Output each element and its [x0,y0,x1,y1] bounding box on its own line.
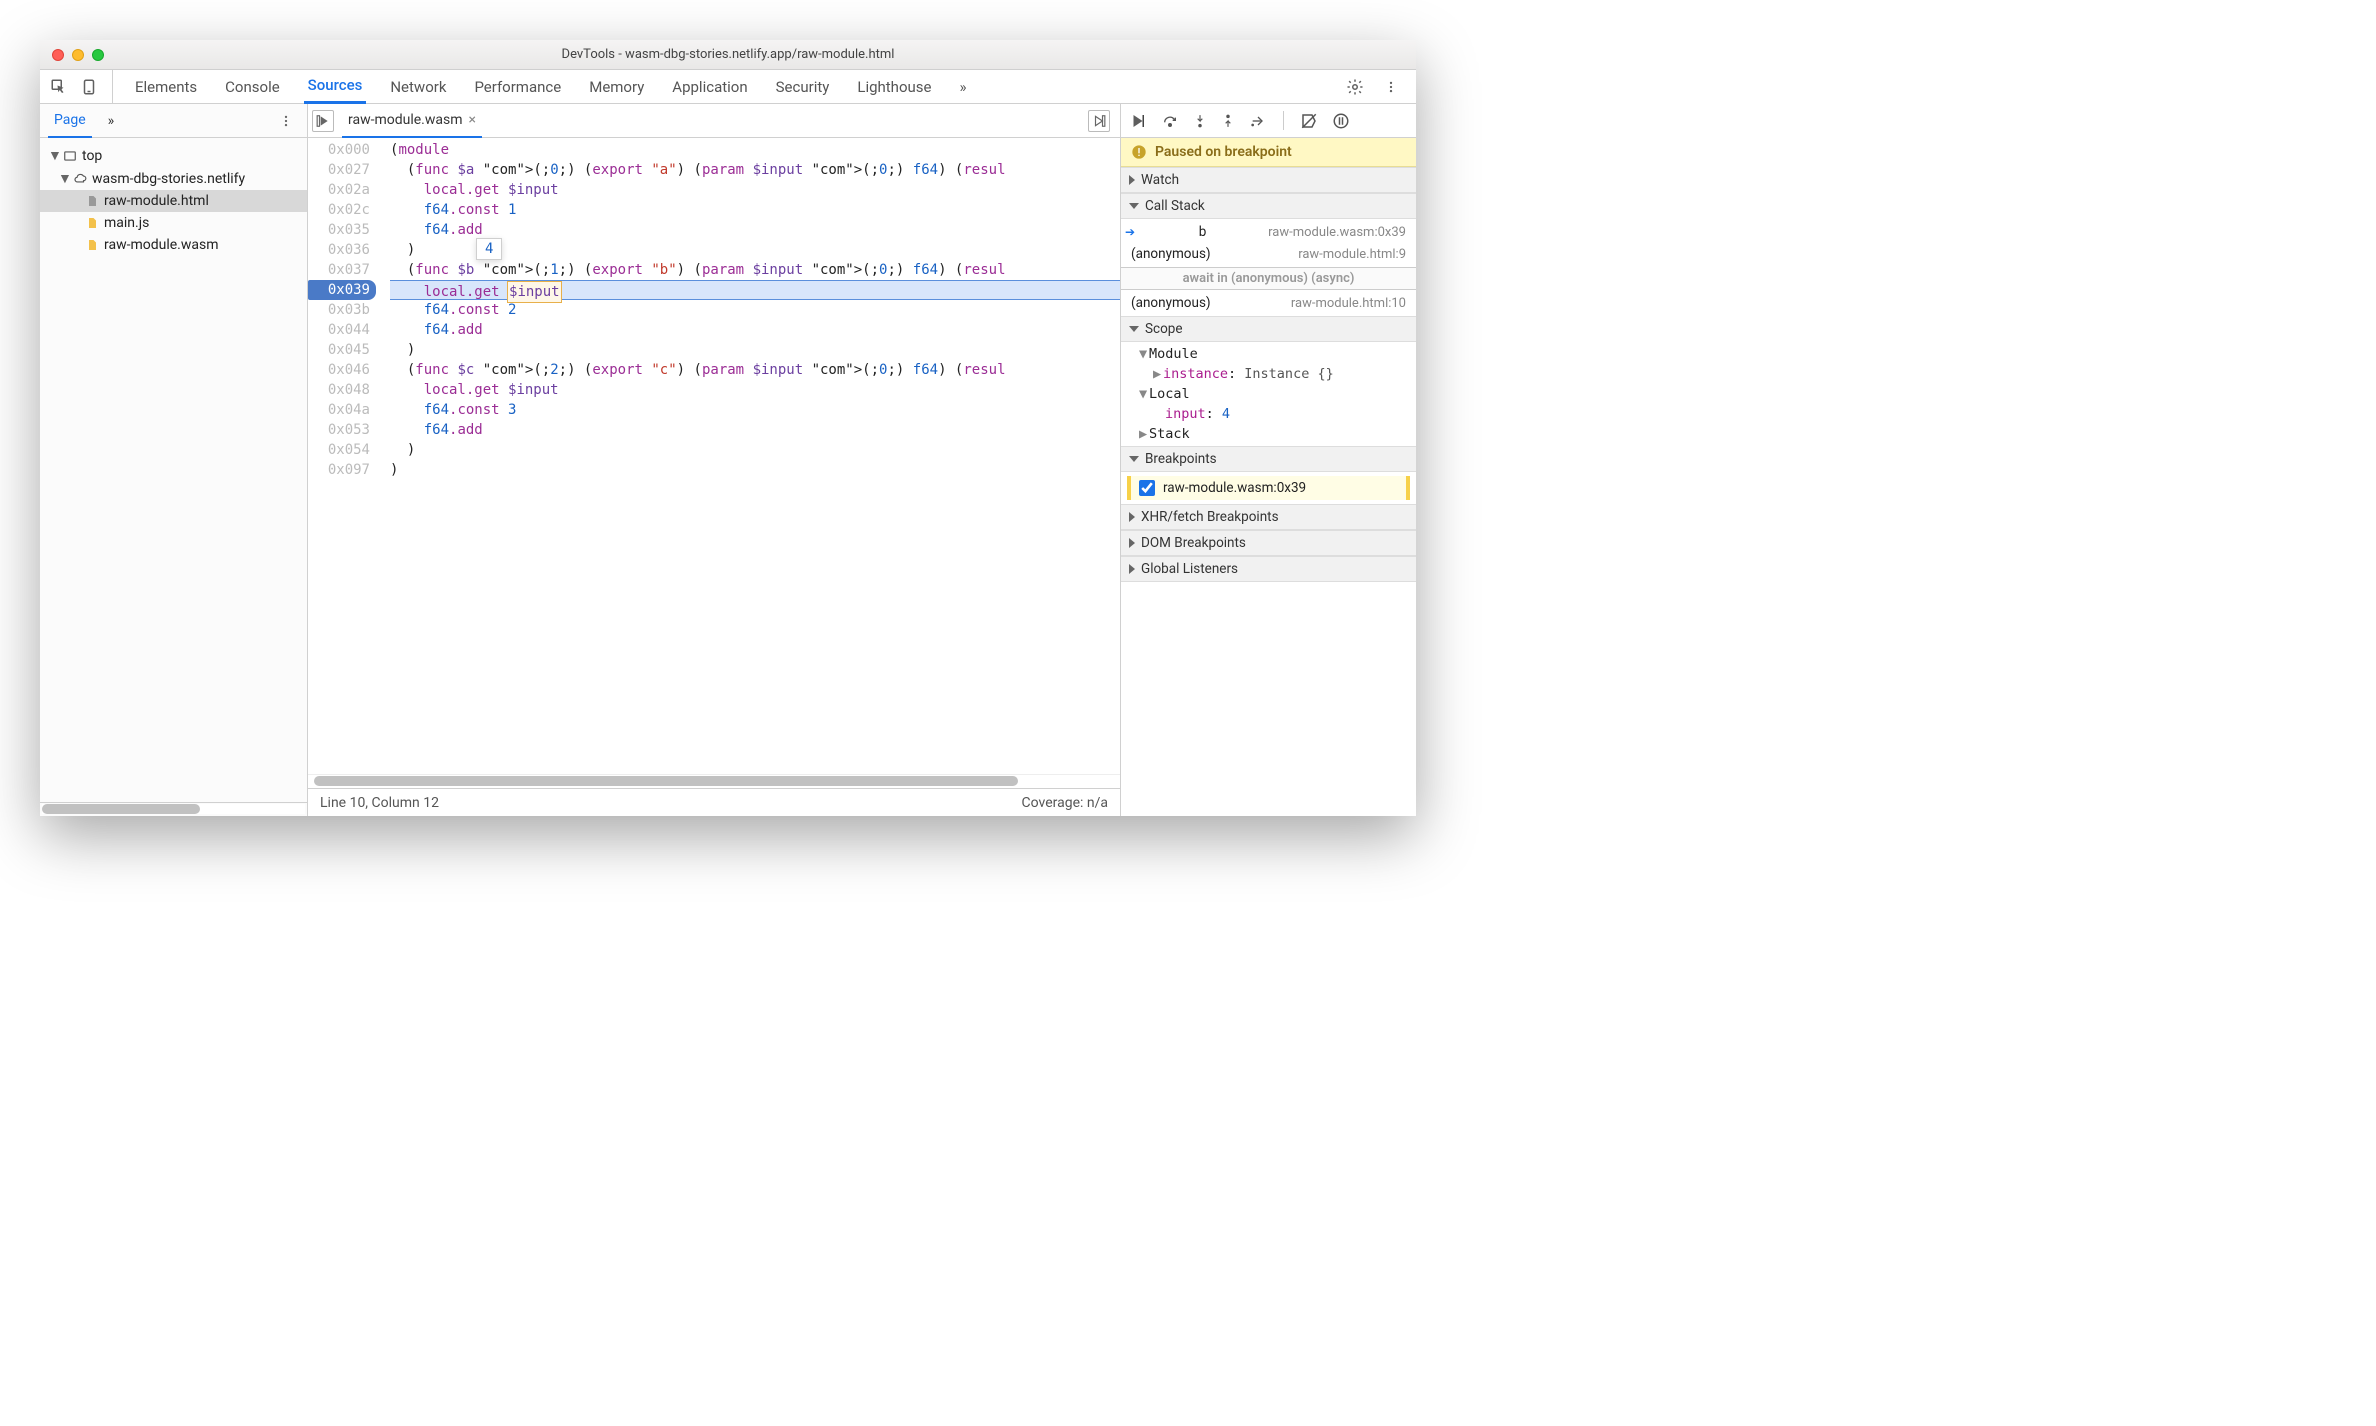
scope-body: ▼Module ▶instance: Instance {} ▼Local in… [1121,342,1416,446]
debugger-toolbar [1121,104,1416,138]
file-tab-wasm[interactable]: raw-module.wasm × [342,104,482,138]
step-into-icon[interactable] [1193,112,1207,130]
pause-banner: Paused on breakpoint [1121,138,1416,167]
settings-gear-icon[interactable] [1342,74,1368,100]
file-tab-label: raw-module.wasm [348,112,463,128]
tab-performance[interactable]: Performance [470,70,565,104]
section-scope[interactable]: Scope [1121,316,1416,342]
window-titlebar: DevTools - wasm-dbg-stories.netlify.app/… [40,40,1416,70]
tree-file-wasm[interactable]: raw-module.wasm [40,234,307,256]
panel-tabs: Elements Console Sources Network Perform… [131,70,1338,104]
sidebar-h-scroll[interactable] [40,802,307,816]
separator [112,70,113,103]
tree-label: raw-module.html [104,193,209,209]
tree-label: raw-module.wasm [104,237,219,253]
file-icon [84,215,100,231]
callstack-frame[interactable]: braw-module.wasm:0x39 [1121,221,1416,243]
tab-lighthouse[interactable]: Lighthouse [853,70,935,104]
tab-application[interactable]: Application [668,70,751,104]
step-over-icon[interactable] [1161,113,1179,129]
breakpoint-row[interactable]: raw-module.wasm:0x39 [1127,476,1410,500]
code-area[interactable]: 4 0x0000x0270x02a0x02c0x0350x0360x0370x0… [308,138,1120,774]
tab-elements[interactable]: Elements [131,70,201,104]
cursor-position: Line 10, Column 12 [320,795,439,811]
debugger-panel: Paused on breakpoint Watch Call Stack br… [1120,104,1416,816]
section-breakpoints[interactable]: Breakpoints [1121,446,1416,472]
section-watch[interactable]: Watch [1121,167,1416,193]
device-toolbar-icon[interactable] [76,74,102,100]
tab-security[interactable]: Security [772,70,834,104]
tab-memory[interactable]: Memory [585,70,648,104]
scope-module[interactable]: ▼Module [1121,344,1416,364]
pause-exceptions-icon[interactable] [1332,112,1350,130]
breakpoint-label: raw-module.wasm:0x39 [1163,480,1306,496]
breakpoints-body: raw-module.wasm:0x39 [1121,472,1416,504]
gutter[interactable]: 0x0000x0270x02a0x02c0x0350x0360x0370x039… [308,138,378,774]
step-icon[interactable] [1249,113,1267,129]
navigator-options-icon[interactable] [273,108,299,134]
scope-local-input[interactable]: input: 4 [1121,404,1416,424]
kebab-menu-icon[interactable] [1378,74,1404,100]
file-icon [84,237,100,253]
section-global[interactable]: Global Listeners [1121,556,1416,582]
coverage-status: Coverage: n/a [1022,795,1108,811]
deactivate-breakpoints-icon[interactable] [1300,112,1318,130]
cloud-icon [72,171,88,187]
tree-domain[interactable]: ▼ wasm-dbg-stories.netlify [40,167,307,190]
code-content[interactable]: (module (func $a "com">(;0;) (export "a"… [378,138,1120,774]
devtools-tab-bar: Elements Console Sources Network Perform… [40,70,1416,104]
tree-top-frame[interactable]: ▼ top [40,144,307,167]
scope-local[interactable]: ▼Local [1121,384,1416,404]
tab-console[interactable]: Console [221,70,284,104]
tree-file-js[interactable]: main.js [40,212,307,234]
section-dom[interactable]: DOM Breakpoints [1121,530,1416,556]
editor-statusbar: Line 10, Column 12 Coverage: n/a [308,788,1120,816]
section-xhr[interactable]: XHR/fetch Breakpoints [1121,504,1416,530]
navigator-tab-page[interactable]: Page [48,104,92,138]
breakpoint-checkbox[interactable] [1139,480,1155,496]
hover-value-tooltip: 4 [476,238,502,260]
callstack-frame[interactable]: (anonymous)raw-module.html:9 [1121,243,1416,265]
navigate-back-icon[interactable] [312,110,334,132]
run-snippet-icon[interactable] [1088,110,1110,132]
editor-h-scroll[interactable] [308,774,1120,788]
navigator-tabs-overflow[interactable]: » [102,104,121,138]
file-icon [84,193,100,209]
tree-label: top [82,148,102,164]
scope-stack[interactable]: ▶Stack [1121,424,1416,444]
source-editor: raw-module.wasm × 4 0x0000x0270x02a0x02c… [308,104,1120,816]
pause-banner-text: Paused on breakpoint [1155,144,1292,160]
frame-icon [62,148,78,164]
callstack-frame[interactable]: (anonymous)raw-module.html:10 [1121,292,1416,314]
sources-navigator: Page » ▼ top ▼ wasm-dbg-stories.netlify … [40,104,308,816]
section-callstack[interactable]: Call Stack [1121,193,1416,219]
callstack-body: braw-module.wasm:0x39(anonymous)raw-modu… [1121,219,1416,316]
file-tree: ▼ top ▼ wasm-dbg-stories.netlify raw-mod… [40,138,307,802]
tree-label: main.js [104,215,149,231]
resume-icon[interactable] [1129,112,1147,130]
tab-network[interactable]: Network [386,70,450,104]
tree-label: wasm-dbg-stories.netlify [92,171,245,187]
close-tab-icon[interactable]: × [469,112,476,128]
inspect-element-icon[interactable] [46,74,72,100]
scope-module-instance[interactable]: ▶instance: Instance {} [1121,364,1416,384]
tabs-overflow[interactable]: » [955,70,970,104]
tree-file-html[interactable]: raw-module.html [40,190,307,212]
step-out-icon[interactable] [1221,112,1235,130]
tab-sources[interactable]: Sources [304,70,367,104]
window-title: DevTools - wasm-dbg-stories.netlify.app/… [40,47,1416,62]
